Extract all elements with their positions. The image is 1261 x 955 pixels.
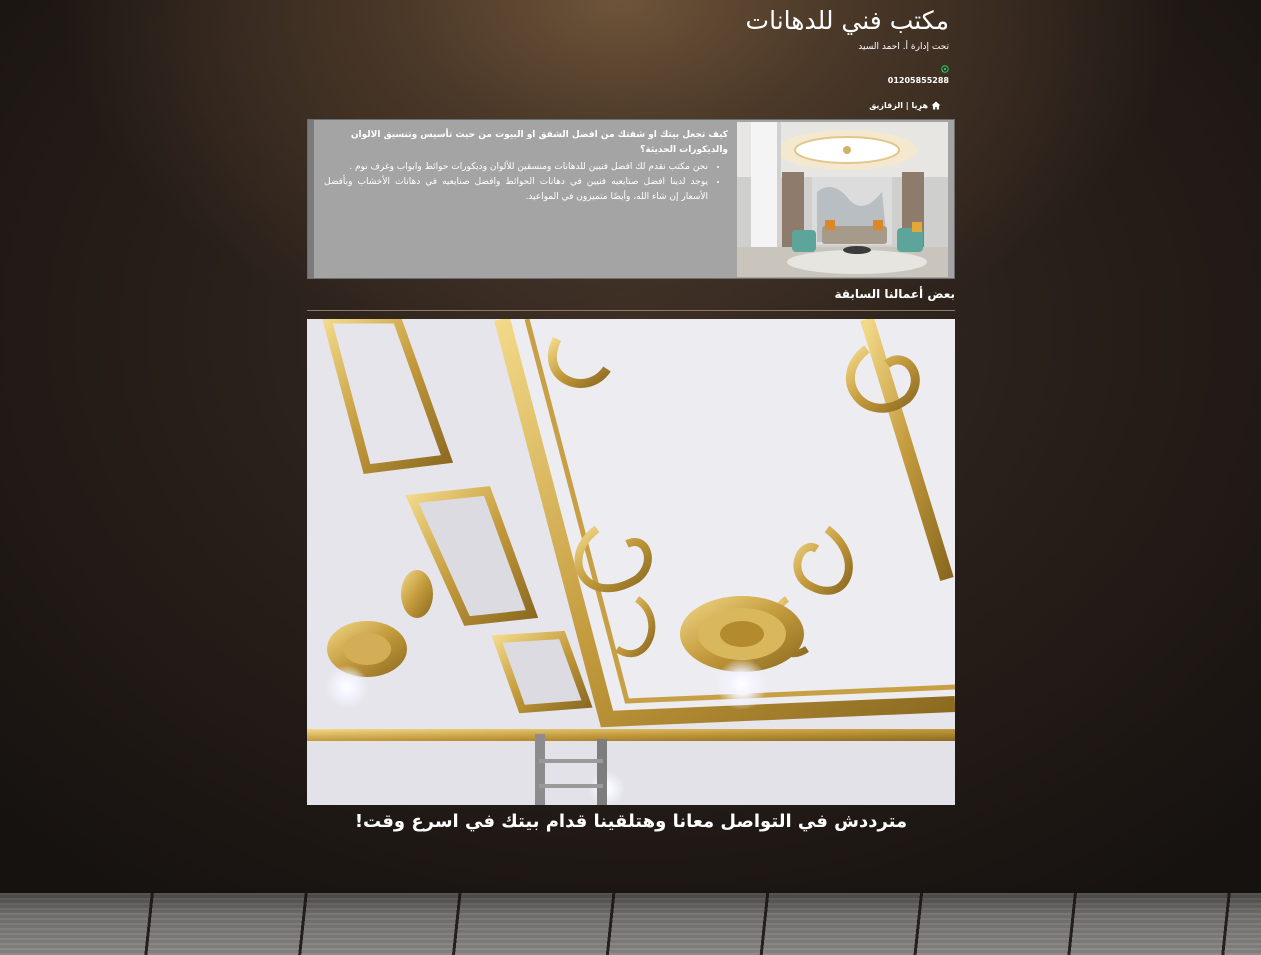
location-text: هرِيا | الزقازيق	[869, 101, 928, 110]
location-link[interactable]: هرِيا | الزقازيق	[869, 101, 941, 110]
info-text-block: كيف تجعل بيتك او شقتك من افضل الشقق او ا…	[324, 128, 728, 205]
info-panel: كيف تجعل بيتك او شقتك من افضل الشقق او ا…	[307, 119, 955, 279]
info-point: يوجد لدينا افضل صنايعيه فنيين في دهانات …	[324, 175, 708, 205]
living-room-photo	[737, 122, 948, 277]
site-subtitle: تحت إدارة أ. احمد السيد	[858, 42, 949, 52]
home-icon	[931, 101, 941, 110]
info-question: كيف تجعل بيتك او شقتك من افضل الشقق او ا…	[350, 130, 728, 155]
panel-edge	[308, 120, 314, 278]
whatsapp-icon[interactable]	[941, 65, 949, 73]
works-title: بعض أعمالنا السابقة	[834, 287, 955, 301]
cta-text: مترددش في التواصل معانا وهتلقينا قدام بي…	[354, 811, 908, 832]
site-title: مكتب فني للدهانات	[745, 6, 949, 35]
wooden-floor-background	[0, 893, 1261, 955]
info-list: نحن مكتب نقدم لك افضل فنيين للدهانات ومن…	[324, 160, 728, 205]
gold-ceiling-photo	[307, 319, 955, 805]
info-point: نحن مكتب نقدم لك افضل فنيين للدهانات ومن…	[324, 160, 708, 175]
phone-number[interactable]: 01205855288	[888, 76, 949, 85]
section-divider	[307, 310, 955, 311]
